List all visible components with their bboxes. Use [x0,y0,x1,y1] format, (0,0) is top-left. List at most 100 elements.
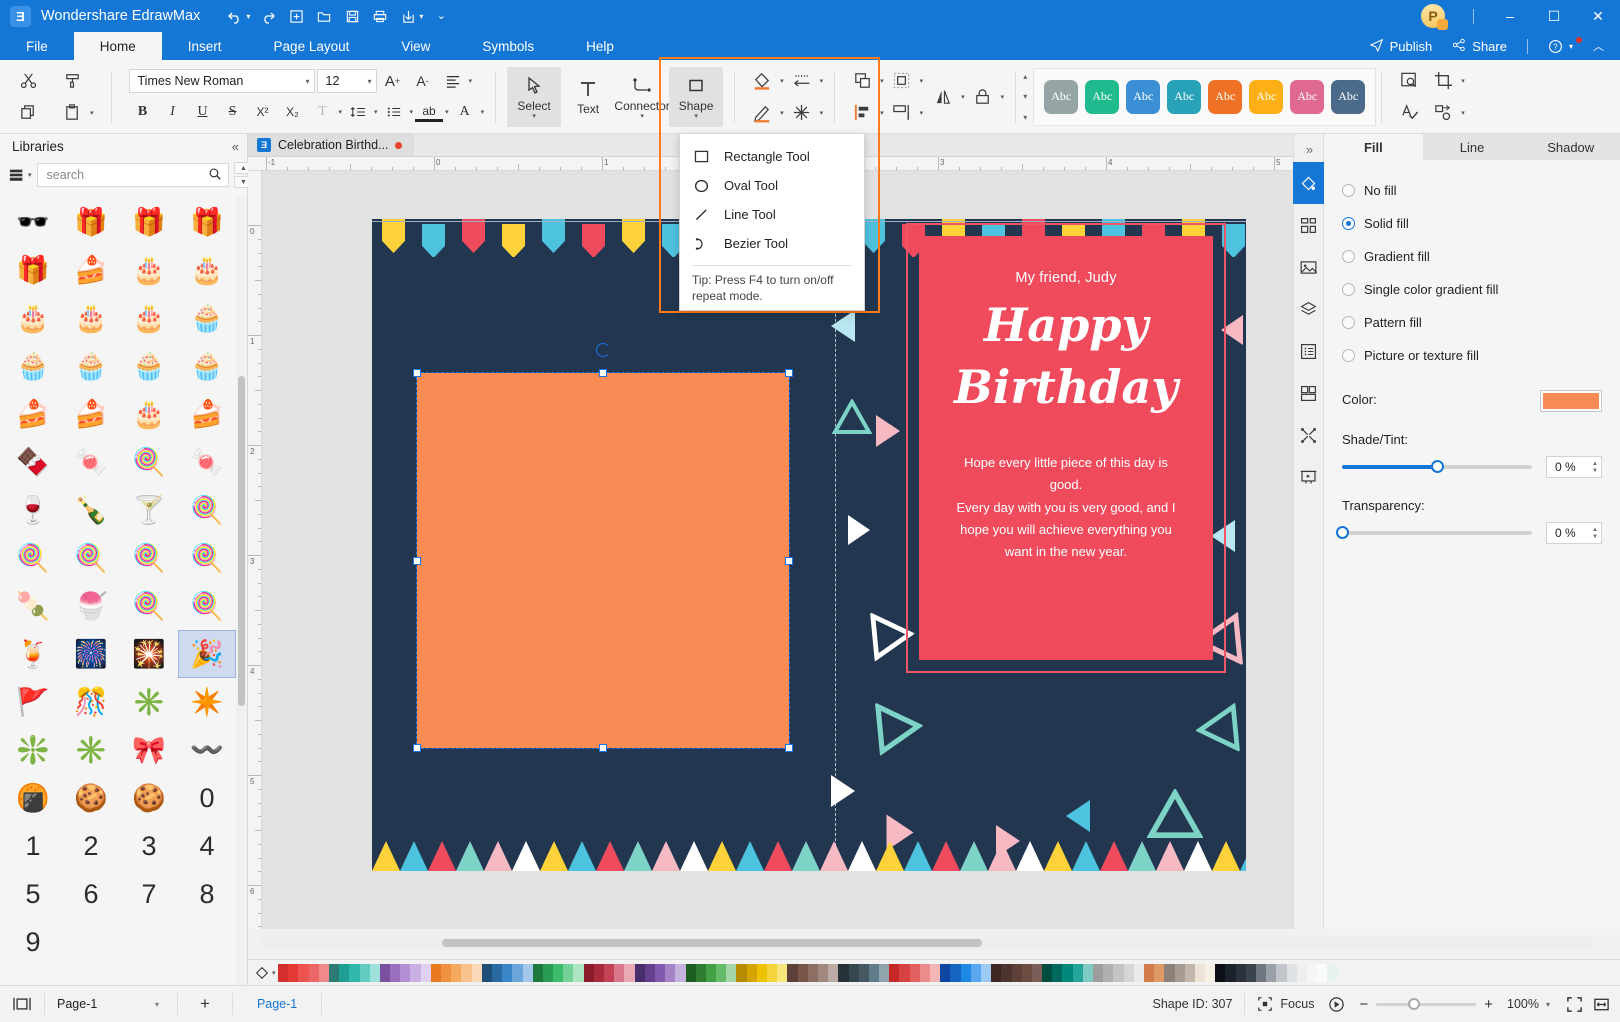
library-manager-caret-icon[interactable]: ▾ [28,171,32,179]
palette-caret-icon[interactable]: ▾ [272,969,276,977]
palette-swatch-29[interactable] [573,963,584,982]
search-input[interactable] [46,168,208,182]
library-manager-icon[interactable]: ▾ [8,164,32,186]
print-icon[interactable] [367,4,393,28]
gallery-up-icon[interactable]: ▴ [1023,72,1027,81]
library-symbol[interactable]: 🍡 [4,582,62,630]
shade-tint-slider[interactable] [1342,460,1532,474]
distribute-icon[interactable]: I [886,98,918,128]
select-caret-icon[interactable]: ▾ [532,113,536,120]
palette-swatch-39[interactable] [675,963,686,982]
quick-style-swatch-5[interactable]: Abc [1249,79,1284,114]
library-symbol[interactable]: 🍧 [62,582,120,630]
palette-swatch-64[interactable] [930,963,941,982]
palette-swatch-89[interactable] [1184,963,1195,982]
gallery-down-icon[interactable]: ▾ [1023,92,1027,101]
library-symbol[interactable]: 🎁 [62,198,120,246]
maximize-button[interactable]: ☐ [1532,0,1576,32]
library-symbol[interactable]: 5 [4,870,62,918]
palette-swatch-30[interactable] [583,963,594,982]
palette-swatch-4[interactable] [318,963,329,982]
text-highlight-icon[interactable]: ab [415,102,444,122]
library-symbol[interactable]: 🍪 [120,774,178,822]
highlight-caret-icon[interactable]: ▾ [445,108,449,116]
resize-handle-ne[interactable] [785,369,793,377]
fill-color-swatch-button[interactable] [1540,390,1602,412]
text-align-icon[interactable] [439,68,467,94]
menu-home[interactable]: Home [73,32,162,60]
library-symbol[interactable]: 🎁 [4,246,62,294]
menu-item-bezier-tool[interactable]: Bezier Tool [680,229,864,258]
library-symbol[interactable]: 🎇 [120,630,178,678]
option-gradient-fill[interactable]: Gradient fill [1342,240,1602,273]
palette-swatch-87[interactable] [1164,963,1175,982]
document-tab[interactable]: Ǝ Celebration Birthd... [248,134,415,156]
palette-swatch-74[interactable] [1031,963,1043,982]
palette-swatch-7[interactable] [349,963,360,982]
font-family-select[interactable]: Times New Roman ▾ [128,69,315,93]
radio-solid-fill[interactable] [1342,217,1355,230]
menu-file[interactable]: File [0,32,74,60]
library-symbol[interactable]: 🍬 [178,438,236,486]
palette-swatch-16[interactable] [441,963,452,982]
library-symbol[interactable]: 🎁 [120,198,178,246]
library-symbol[interactable]: 🎂 [120,294,178,342]
publish-button[interactable]: Publish [1362,38,1441,55]
lock-caret-icon[interactable]: ▾ [1001,93,1005,101]
resize-handle-se[interactable] [785,744,793,752]
line-spacing-icon[interactable] [344,99,372,125]
minimize-button[interactable]: ‒ [1488,0,1532,32]
menu-view[interactable]: View [375,32,456,60]
library-symbol[interactable]: 9 [4,918,62,966]
library-symbol[interactable]: 🍰 [62,246,120,294]
resize-handle-e[interactable] [785,556,793,565]
fit-width-button[interactable] [1593,996,1610,1013]
palette-swatch-53[interactable] [817,963,829,982]
palette-swatch-75[interactable] [1042,963,1053,982]
palette-swatch-34[interactable] [624,963,635,982]
group-icon[interactable] [886,66,918,96]
fill-color-icon[interactable] [746,66,778,96]
layers-panel-icon[interactable] [1293,288,1324,330]
library-symbol[interactable]: 🧁 [4,342,62,390]
effects-icon[interactable] [786,98,818,128]
selected-rectangle-shape[interactable] [413,343,793,752]
collapse-libraries-icon[interactable]: « [232,139,239,154]
menu-item-rectangle-tool[interactable]: Rectangle Tool [680,142,864,171]
palette-swatch-37[interactable] [654,963,666,982]
palette-swatch-50[interactable] [787,963,798,982]
palette-swatch-45[interactable] [736,963,747,982]
palette-swatch-32[interactable] [604,963,615,982]
new-document-icon[interactable] [283,4,309,28]
palette-swatch-12[interactable] [400,963,411,982]
palette-swatch-65[interactable] [940,963,951,982]
palette-swatch-17[interactable] [451,963,462,982]
palette-swatch-40[interactable] [685,963,696,982]
palette-swatch-24[interactable] [522,963,533,982]
redo-icon[interactable] [255,4,281,28]
library-symbol[interactable]: 2 [62,822,120,870]
library-symbol[interactable]: 🍭 [62,534,120,582]
palette-swatch-93[interactable] [1225,963,1236,982]
menu-help[interactable]: Help [560,32,640,60]
subscript-button[interactable]: X₂ [279,99,307,125]
palette-swatch-42[interactable] [705,963,717,982]
library-symbol[interactable]: 🎆 [62,630,120,678]
library-symbol[interactable]: 🍭 [120,438,178,486]
palette-swatch-103[interactable] [1327,963,1338,982]
palette-swatch-99[interactable] [1286,963,1297,982]
library-symbol[interactable] [178,918,236,966]
page-tab-page-1[interactable]: Page-1 [245,997,309,1011]
option-single-color-gradient-fill[interactable]: Single color gradient fill [1342,273,1602,306]
palette-swatch-15[interactable] [430,963,441,982]
flip-caret-icon[interactable]: ▾ [961,93,965,101]
library-symbol[interactable]: 8 [178,870,236,918]
quick-style-swatch-3[interactable]: Abc [1167,79,1202,114]
palette-swatch-31[interactable] [593,963,604,982]
replace-shape-icon[interactable] [1427,98,1459,128]
palette-swatch-60[interactable] [889,963,900,982]
crop-caret-icon[interactable]: ▾ [1461,77,1465,85]
library-scrollbar[interactable] [236,196,247,988]
quick-style-swatch-1[interactable]: Abc [1085,79,1120,114]
library-search-box[interactable] [36,163,229,187]
